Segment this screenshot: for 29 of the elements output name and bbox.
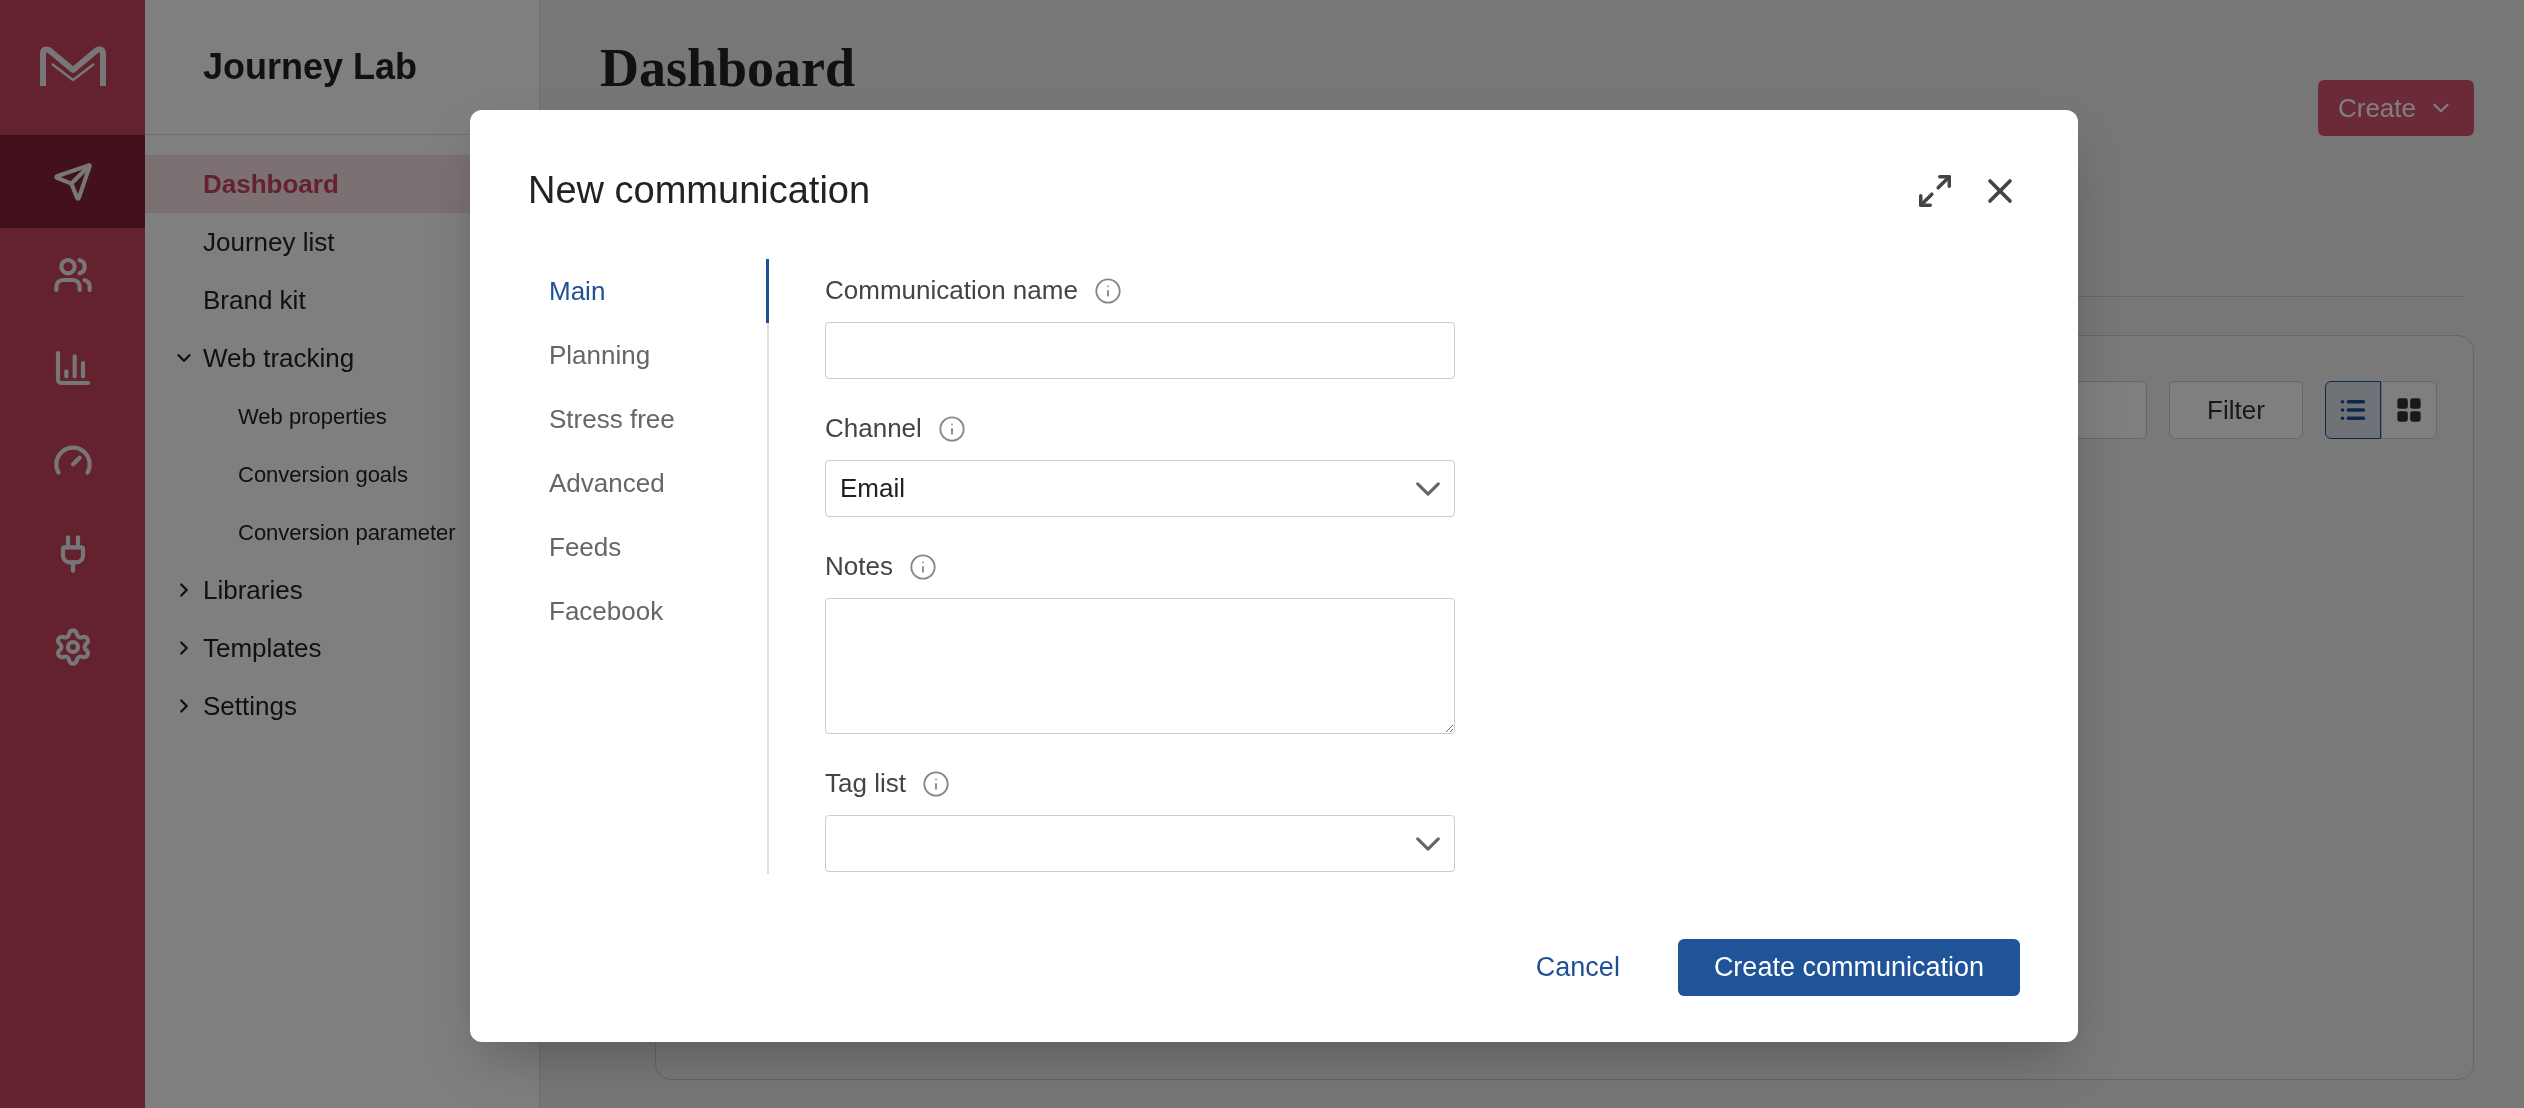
send-icon: [52, 161, 93, 202]
info-icon: [908, 552, 937, 581]
field-label: Communication name: [825, 274, 1078, 307]
info-icon: [921, 769, 950, 798]
grid-icon: [2395, 396, 2423, 424]
input-field[interactable]: [825, 322, 1455, 379]
notes-field[interactable]: [825, 598, 1455, 734]
chevron-down-icon: [1416, 836, 1440, 851]
field-label: Tag list: [825, 767, 906, 800]
field-label: Channel: [825, 412, 922, 445]
chevron-down-icon: [1416, 481, 1440, 496]
dropdown-field[interactable]: Email: [825, 460, 1455, 517]
dialog-tab[interactable]: Stress free: [528, 387, 769, 451]
page-title: Dashboard: [600, 37, 856, 100]
create-communication-button[interactable]: Create communication: [1677, 939, 2020, 996]
sidebar-item[interactable]: Settings: [145, 677, 539, 735]
filter-button[interactable]: Filter: [2169, 381, 2303, 439]
dropdown-field[interactable]: [825, 815, 1455, 872]
app-title: Journey Lab: [203, 45, 418, 89]
create-button[interactable]: Create: [2317, 80, 2474, 136]
dialog-tab[interactable]: Main: [528, 259, 769, 323]
rail-button[interactable]: [0, 135, 145, 228]
field-label: Notes: [825, 550, 893, 583]
cancel-button[interactable]: Cancel: [1535, 947, 1620, 988]
list-view-button[interactable]: [2325, 381, 2381, 439]
info-icon: [937, 414, 966, 443]
dialog-tab[interactable]: Advanced: [528, 451, 769, 515]
grid-view-button[interactable]: [2381, 381, 2437, 439]
info-icon: [1093, 276, 1122, 305]
